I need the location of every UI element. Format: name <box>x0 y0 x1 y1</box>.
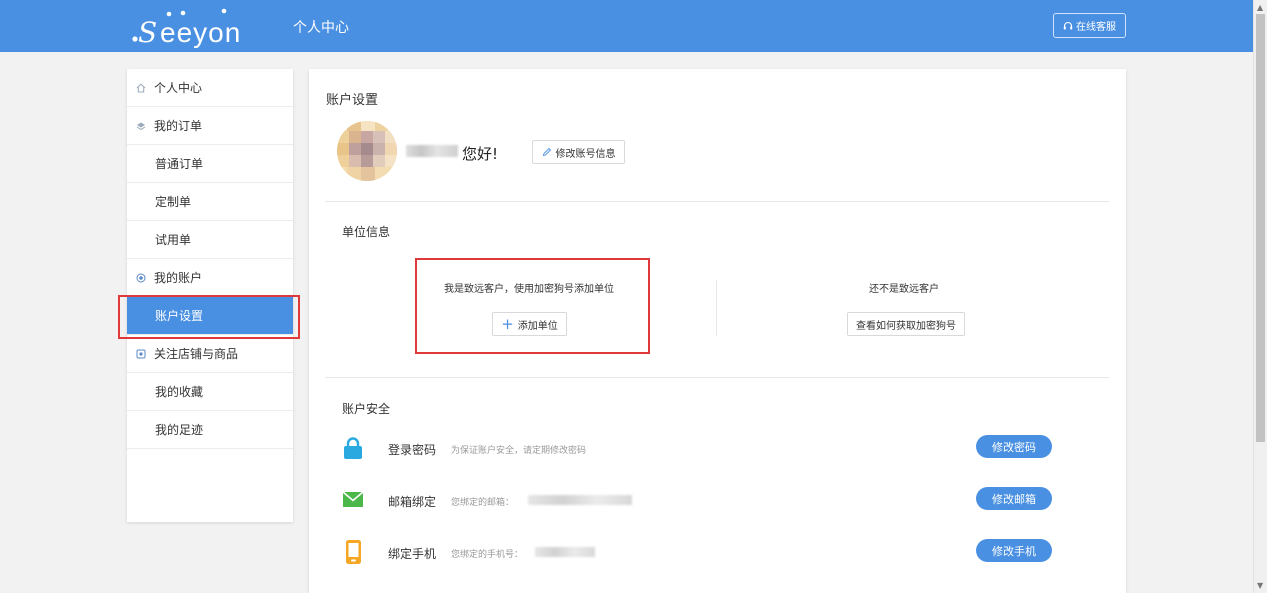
sidebar-item-label: 定制单 <box>155 195 192 209</box>
sidebar: 个人中心 我的订单 普通订单 定制单 试用单 我的账户 账户设置 关注店铺与商品… <box>127 69 293 522</box>
panel-title: 账户设置 <box>326 93 379 108</box>
unit-info-title: 单位信息 <box>342 225 391 239</box>
svg-text:eeyon: eeyon <box>160 17 241 48</box>
sidebar-item-my-account[interactable]: 我的账户 <box>127 259 293 297</box>
page-title: 个人中心 <box>293 20 349 36</box>
sidebar-item-label: 账户设置 <box>155 309 204 323</box>
phone-desc: 您绑定的手机号： <box>451 550 524 560</box>
page-scrollbar[interactable]: ▲ ▼ <box>1253 0 1267 593</box>
add-unit-highlight-box <box>415 258 650 354</box>
username-redacted <box>406 145 458 157</box>
plus-icon: + <box>501 314 514 333</box>
password-label: 登录密码 <box>388 443 437 457</box>
phone-icon <box>342 540 364 564</box>
scroll-up-arrow-icon[interactable]: ▲ <box>1257 3 1263 12</box>
vertical-divider <box>716 280 717 336</box>
home-icon <box>136 83 146 93</box>
sidebar-item-personal-center[interactable]: 个人中心 <box>127 69 293 107</box>
follow-icon <box>136 349 146 359</box>
sidebar-item-normal-orders[interactable]: 普通订单 <box>127 145 293 183</box>
headset-icon <box>1063 21 1073 29</box>
envelope-icon <box>342 488 364 512</box>
greeting-text: 您好! <box>462 145 499 163</box>
sidebar-item-trial-orders[interactable]: 试用单 <box>127 221 293 259</box>
not-customer-text: 还不是致远客户 <box>869 284 939 295</box>
add-unit-button[interactable]: + 添加单位 <box>492 312 567 336</box>
order-icon <box>136 121 146 131</box>
account-icon <box>136 273 146 283</box>
scrollbar-thumb[interactable] <box>1256 14 1265 442</box>
account-security-title: 账户安全 <box>342 402 391 416</box>
sidebar-item-account-settings[interactable]: 账户设置 <box>127 297 293 335</box>
existing-customer-text: 我是致远客户，使用加密狗号添加单位 <box>444 284 614 295</box>
security-row-password: 登录密码 为保证账户安全，请定期修改密码 修改密码 <box>342 435 1062 461</box>
sidebar-item-footprints[interactable]: 我的足迹 <box>127 411 293 449</box>
password-desc: 为保证账户安全，请定期修改密码 <box>451 446 587 456</box>
phone-label: 绑定手机 <box>388 547 437 561</box>
sidebar-item-my-orders[interactable]: 我的订单 <box>127 107 293 145</box>
divider <box>325 201 1109 202</box>
sidebar-item-label: 我的收藏 <box>155 385 204 399</box>
edit-account-info-button[interactable]: 修改账号信息 <box>532 140 625 164</box>
sidebar-item-label: 普通订单 <box>155 157 204 171</box>
online-support-button[interactable]: 在线客服 <box>1053 13 1126 38</box>
edit-account-info-label: 修改账号信息 <box>555 148 616 160</box>
divider <box>325 377 1109 378</box>
avatar[interactable] <box>337 121 397 181</box>
security-row-email: 邮箱绑定 您绑定的邮箱： 修改邮箱 <box>342 487 1062 513</box>
sidebar-item-favorites[interactable]: 我的收藏 <box>127 373 293 411</box>
email-label: 邮箱绑定 <box>388 495 437 509</box>
how-to-get-dongle-label: 查看如何获取加密狗号 <box>856 320 956 332</box>
sidebar-item-custom-orders[interactable]: 定制单 <box>127 183 293 221</box>
pencil-icon <box>542 147 551 157</box>
sidebar-item-label: 我的足迹 <box>155 423 204 437</box>
change-password-button[interactable]: 修改密码 <box>976 435 1052 458</box>
how-to-get-dongle-button[interactable]: 查看如何获取加密狗号 <box>847 312 965 336</box>
email-desc: 您绑定的邮箱： <box>451 498 515 508</box>
sidebar-item-label: 关注店铺与商品 <box>154 347 239 361</box>
seeyon-logo[interactable]: S eeyon <box>130 6 255 49</box>
sidebar-item-label: 我的订单 <box>154 119 203 133</box>
online-support-label: 在线客服 <box>1076 22 1116 33</box>
sidebar-item-label: 个人中心 <box>154 81 203 95</box>
svg-text:S: S <box>138 16 157 48</box>
sidebar-item-label: 试用单 <box>155 233 192 247</box>
email-value-redacted <box>528 495 632 505</box>
scroll-down-arrow-icon[interactable]: ▼ <box>1257 581 1263 590</box>
lock-icon <box>342 436 364 460</box>
change-email-button[interactable]: 修改邮箱 <box>976 487 1052 510</box>
change-phone-button[interactable]: 修改手机 <box>976 539 1052 562</box>
sidebar-item-followed-shops[interactable]: 关注店铺与商品 <box>127 335 293 373</box>
phone-value-redacted <box>535 547 595 557</box>
sidebar-item-label: 我的账户 <box>154 271 203 285</box>
security-row-phone: 绑定手机 您绑定的手机号： 修改手机 <box>342 539 1062 565</box>
top-bar: S eeyon 个人中心 在线客服 <box>0 0 1253 52</box>
add-unit-label: 添加单位 <box>517 320 558 332</box>
account-settings-panel: 账户设置 您好! 修改账号信息 单位信息 我是致远客户，使用加密狗号添加单位 +… <box>309 69 1126 593</box>
